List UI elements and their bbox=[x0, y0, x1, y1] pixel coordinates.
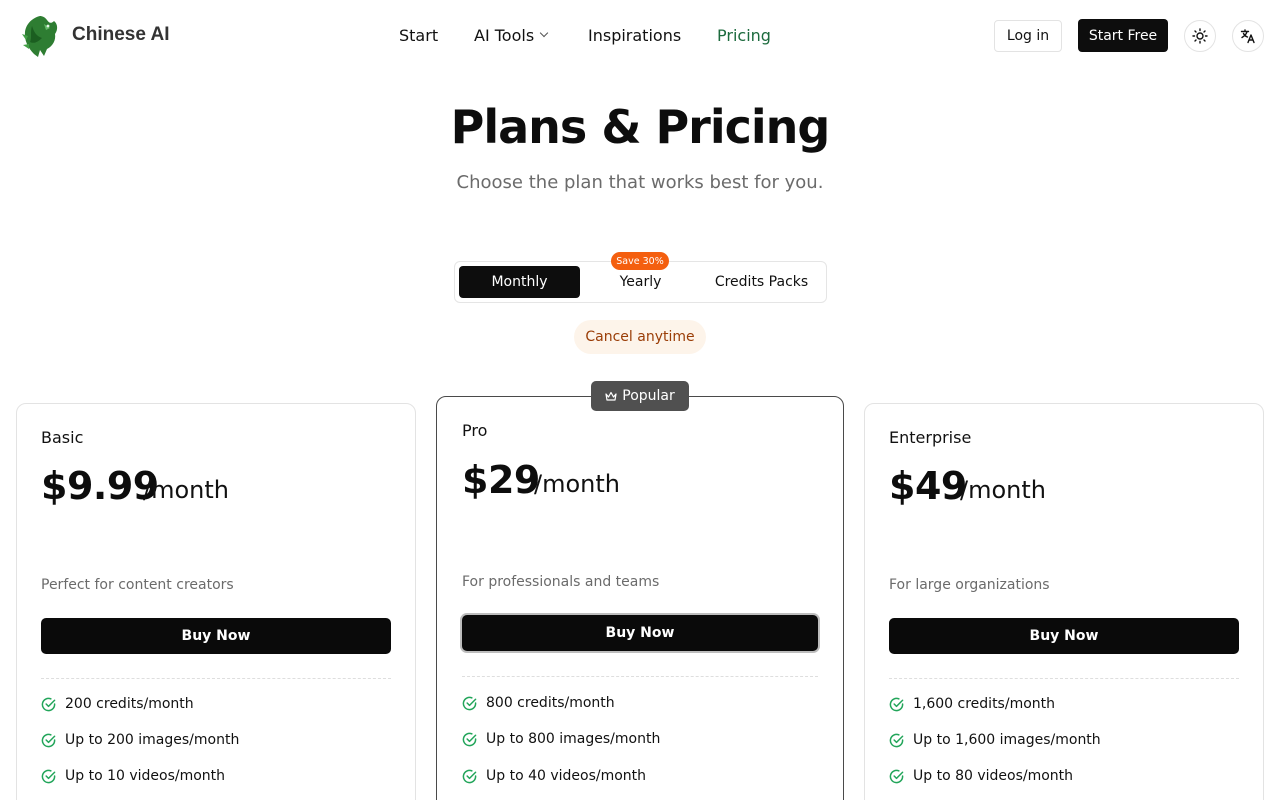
dragon-logo-icon[interactable] bbox=[20, 14, 60, 58]
feature-label: 1,600 credits/month bbox=[913, 696, 1056, 712]
popular-badge: Popular bbox=[591, 381, 689, 411]
cancel-anytime-note: Cancel anytime bbox=[574, 320, 706, 354]
feature-item: Up to 10 videos/month bbox=[41, 768, 225, 784]
feature-label: Up to 800 images/month bbox=[486, 731, 661, 747]
feature-item: Up to 800 images/month bbox=[462, 731, 660, 747]
feature-item: Up to 200 images/month bbox=[41, 732, 239, 748]
check-circle-icon bbox=[41, 733, 56, 747]
buy-now-button[interactable]: Buy Now bbox=[462, 615, 818, 651]
check-circle-icon bbox=[462, 696, 477, 710]
feature-label: 200 credits/month bbox=[65, 696, 194, 712]
plan-description: Perfect for content creators bbox=[41, 577, 234, 593]
page-subtitle: Choose the plan that works best for you. bbox=[456, 172, 824, 193]
plan-period: /month bbox=[534, 470, 620, 498]
nav-pricing[interactable]: Pricing bbox=[717, 26, 771, 45]
feature-label: Up to 1,600 images/month bbox=[913, 732, 1101, 748]
nav-inspirations[interactable]: Inspirations bbox=[588, 26, 681, 45]
check-circle-icon bbox=[889, 733, 904, 747]
feature-item: 800 credits/month bbox=[462, 695, 615, 711]
translate-icon bbox=[1240, 29, 1255, 44]
plan-price: $9.99 bbox=[41, 464, 159, 508]
crown-icon bbox=[605, 391, 617, 401]
feature-label: Up to 10 videos/month bbox=[65, 768, 226, 784]
divider bbox=[462, 676, 818, 677]
check-circle-icon bbox=[41, 769, 56, 783]
plan-period: /month bbox=[960, 476, 1046, 504]
tab-credits-packs[interactable]: Credits Packs bbox=[701, 266, 822, 298]
site-header: Chinese AI Start AI Tools Inspirations P… bbox=[0, 0, 1280, 72]
plan-price: $49 bbox=[889, 464, 967, 508]
feature-item: Up to 80 videos/month bbox=[889, 768, 1073, 784]
brand-name[interactable]: Chinese AI bbox=[72, 24, 170, 46]
nav-ai-tools[interactable]: AI Tools bbox=[474, 26, 549, 45]
divider bbox=[889, 678, 1239, 679]
buy-now-button[interactable]: Buy Now bbox=[889, 618, 1239, 654]
language-button[interactable] bbox=[1232, 20, 1264, 52]
check-circle-icon bbox=[889, 769, 904, 783]
feature-item: Up to 40 videos/month bbox=[462, 768, 646, 784]
tab-yearly[interactable]: Yearly bbox=[580, 266, 701, 298]
feature-label: Up to 80 videos/month bbox=[913, 768, 1074, 784]
plan-description: For large organizations bbox=[889, 577, 1050, 593]
plan-name: Basic bbox=[41, 428, 84, 447]
buy-now-button[interactable]: Buy Now bbox=[41, 618, 391, 654]
plan-name: Pro bbox=[462, 421, 488, 440]
plan-card-pro: Pro $29 /month For professionals and tea… bbox=[436, 396, 844, 800]
feature-label: Up to 200 images/month bbox=[65, 732, 240, 748]
check-circle-icon bbox=[889, 697, 904, 711]
feature-item: 1,600 credits/month bbox=[889, 696, 1055, 712]
plan-period: /month bbox=[143, 476, 229, 504]
plan-name: Enterprise bbox=[889, 428, 972, 447]
plan-card-enterprise: Enterprise $49 /month For large organiza… bbox=[864, 403, 1264, 800]
start-free-button[interactable]: Start Free bbox=[1078, 19, 1168, 52]
theme-toggle-button[interactable] bbox=[1184, 20, 1216, 52]
tab-monthly[interactable]: Monthly bbox=[459, 266, 580, 298]
feature-item: 200 credits/month bbox=[41, 696, 194, 712]
popular-label: Popular bbox=[622, 388, 675, 404]
check-circle-icon bbox=[462, 732, 477, 746]
feature-label: Up to 40 videos/month bbox=[486, 768, 647, 784]
nav-ai-tools-label: AI Tools bbox=[474, 26, 535, 45]
check-circle-icon bbox=[462, 769, 477, 783]
feature-item: Up to 1,600 images/month bbox=[889, 732, 1101, 748]
chevron-down-icon bbox=[539, 28, 549, 37]
feature-label: 800 credits/month bbox=[486, 695, 615, 711]
page-title: Plans & Pricing bbox=[450, 100, 831, 154]
plan-price: $29 bbox=[462, 458, 540, 502]
sun-icon bbox=[1192, 28, 1208, 44]
login-button[interactable]: Log in bbox=[994, 20, 1062, 52]
nav-start[interactable]: Start bbox=[399, 26, 438, 45]
check-circle-icon bbox=[41, 697, 56, 711]
plan-description: For professionals and teams bbox=[462, 574, 660, 590]
save-badge: Save 30% bbox=[611, 252, 669, 270]
divider bbox=[41, 678, 391, 679]
plan-card-basic: Basic $9.99 /month Perfect for content c… bbox=[16, 403, 416, 800]
